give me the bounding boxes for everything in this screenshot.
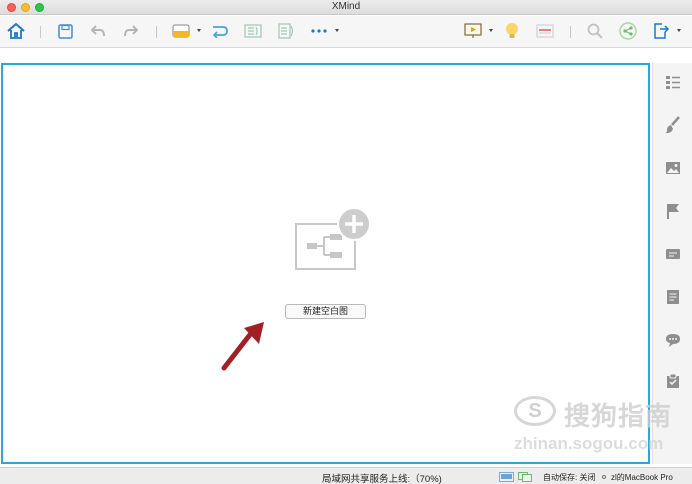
more-dropdown-caret[interactable]: [335, 29, 339, 32]
title-bar: XMind: [0, 0, 692, 15]
summary-icon[interactable]: [243, 21, 263, 41]
home-icon[interactable]: [6, 21, 26, 41]
toolbar-separator: [40, 26, 41, 38]
autosave-status[interactable]: 自动保存: 关闭: [543, 472, 595, 483]
label-icon[interactable]: [663, 244, 683, 264]
image-icon[interactable]: [663, 158, 683, 178]
status-bar: 局域网共享服务上线:（70%) 自动保存: 关闭 zl的MacBook Pro: [0, 467, 692, 484]
watermark-text: 搜狗指南: [564, 401, 673, 431]
red-arrow-annotation: [218, 318, 268, 379]
new-mind-map-icon[interactable]: [295, 207, 373, 276]
watermark-url: zhinan.sogou.com: [514, 434, 664, 453]
search-icon[interactable]: [585, 21, 605, 41]
sogou-logo-icon: S: [514, 396, 556, 426]
format-brush-icon[interactable]: [663, 115, 683, 135]
new-blank-map-button[interactable]: 新建空白图: [285, 304, 366, 319]
relationship-icon[interactable]: [210, 21, 230, 41]
save-icon[interactable]: [55, 21, 75, 41]
presentation-dropdown-caret[interactable]: [489, 29, 493, 32]
notes-icon[interactable]: [663, 287, 683, 307]
idea-icon[interactable]: [502, 21, 522, 41]
outline-icon[interactable]: [535, 21, 555, 41]
theme-icon[interactable]: [171, 21, 191, 41]
export-icon[interactable]: [651, 21, 671, 41]
share-icon[interactable]: [618, 21, 638, 41]
undo-icon[interactable]: [88, 21, 108, 41]
toolbar-separator: [570, 26, 571, 38]
sync-icon[interactable]: [518, 472, 532, 484]
host-name[interactable]: zl的MacBook Pro: [611, 472, 673, 483]
more-icon[interactable]: [309, 21, 329, 41]
redo-icon[interactable]: [121, 21, 141, 41]
window-title: XMind: [331, 1, 361, 12]
sogou-watermark: S 搜狗指南 zhinan.sogou.com: [508, 392, 688, 462]
toolbar-separator: [156, 26, 157, 38]
network-status-icon: [602, 475, 606, 479]
export-dropdown-caret[interactable]: [677, 29, 681, 32]
presentation-icon[interactable]: [463, 21, 483, 41]
marker-flag-icon[interactable]: [663, 201, 683, 221]
outline-list-icon[interactable]: [663, 72, 683, 92]
task-icon[interactable]: [663, 371, 683, 391]
boundary-icon[interactable]: [276, 21, 296, 41]
lan-share-status: 局域网共享服务上线:（70%): [322, 474, 442, 484]
comment-icon[interactable]: [663, 330, 683, 350]
toolbar: [0, 16, 692, 48]
theme-dropdown-caret[interactable]: [197, 29, 201, 32]
monitor-icon[interactable]: [499, 472, 514, 484]
